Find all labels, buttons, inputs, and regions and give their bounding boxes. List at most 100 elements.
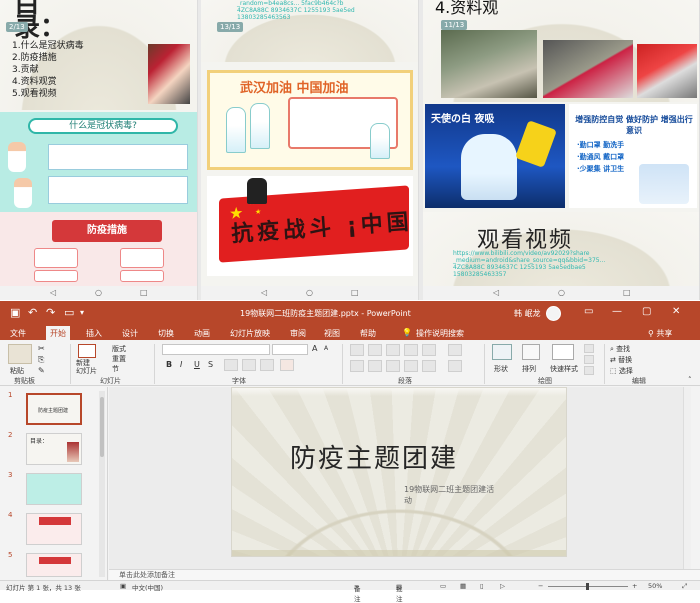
paste-icon[interactable] xyxy=(8,344,32,364)
text-direction-icon[interactable] xyxy=(448,344,462,356)
tab-review[interactable]: 审阅 xyxy=(290,328,306,339)
undo-icon[interactable]: ↶ xyxy=(28,306,37,319)
language-status[interactable]: 中文(中国) xyxy=(132,582,163,592)
shape-fill-icon[interactable] xyxy=(584,344,594,353)
italic-button[interactable]: I xyxy=(180,360,182,369)
current-slide[interactable]: 防疫主题团建 19物联网二班主题团建活 动 xyxy=(231,387,567,557)
find-button[interactable]: ⌕ 查找 xyxy=(610,344,630,354)
cut-icon[interactable]: ✂ xyxy=(38,344,45,353)
back-icon[interactable]: ◁ xyxy=(493,288,499,297)
close-icon[interactable]: ✕ xyxy=(672,306,680,317)
tab-file[interactable]: 文件 xyxy=(10,328,26,339)
thumbnail-title: 目录： xyxy=(30,438,49,445)
new-slide-icon[interactable] xyxy=(78,344,96,358)
decrease-font-button[interactable]: A xyxy=(324,345,328,352)
tell-me-search[interactable]: 操作说明搜索 xyxy=(416,328,464,339)
slide-thumbnail-3[interactable]: 3 xyxy=(0,471,100,509)
customize-qat-icon[interactable]: ▾ xyxy=(80,308,84,317)
align-right-icon[interactable] xyxy=(386,360,400,372)
back-icon[interactable]: ◁ xyxy=(50,288,56,297)
increase-indent-icon[interactable] xyxy=(404,344,418,356)
strikethrough-icon[interactable] xyxy=(224,359,238,371)
video-link-text[interactable]: https://www.bilibili.com/video/av92029?s… xyxy=(453,250,693,278)
home-icon[interactable]: ○ xyxy=(558,288,565,297)
change-case-icon[interactable] xyxy=(260,359,274,371)
maximize-icon[interactable]: ▢ xyxy=(642,306,651,317)
arrange-icon[interactable] xyxy=(522,344,540,360)
bullets-icon[interactable] xyxy=(350,344,364,356)
slide-thumbnail-2[interactable]: 2 目录： xyxy=(0,431,100,469)
thumbnail-image[interactable] xyxy=(26,513,82,545)
replace-button[interactable]: ⇄ 替换 xyxy=(610,355,632,365)
decrease-indent-icon[interactable] xyxy=(386,344,400,356)
fit-to-window-icon[interactable]: ⤢ xyxy=(682,582,687,591)
align-text-icon[interactable] xyxy=(448,360,462,372)
tab-insert[interactable]: 插入 xyxy=(86,328,102,339)
tab-animations[interactable]: 动画 xyxy=(194,328,210,339)
slide-thumbnail-4[interactable]: 4 xyxy=(0,511,100,549)
tab-design[interactable]: 设计 xyxy=(122,328,138,339)
tab-view[interactable]: 视图 xyxy=(324,328,340,339)
align-left-icon[interactable] xyxy=(350,360,364,372)
user-name[interactable]: 韩 岷龙 xyxy=(514,308,541,319)
shape-effects-icon[interactable] xyxy=(584,366,594,375)
home-icon[interactable]: ○ xyxy=(95,288,102,297)
scrollbar-thumb[interactable] xyxy=(100,397,104,457)
line-spacing-icon[interactable] xyxy=(422,344,436,356)
notes-pane[interactable]: 单击此处添加备注 xyxy=(109,569,700,580)
bold-button[interactable]: B xyxy=(166,360,172,369)
thumbnail-scrollbar[interactable] xyxy=(99,391,105,577)
thumbnail-image[interactable] xyxy=(26,553,82,577)
thumbnail-image[interactable]: 防疫主题团建 xyxy=(26,393,82,425)
shape-outline-icon[interactable] xyxy=(584,355,594,364)
minimize-icon[interactable]: — xyxy=(612,306,622,317)
arrange-button[interactable]: 排列 xyxy=(522,364,536,374)
paste-button[interactable]: 粘贴 xyxy=(10,366,24,376)
section-button[interactable]: 节 xyxy=(112,364,119,374)
reset-button[interactable]: 重置 xyxy=(112,354,126,364)
quick-styles-button[interactable]: 快速样式 xyxy=(550,364,578,374)
quick-styles-icon[interactable] xyxy=(552,344,574,360)
shadow-button[interactable]: S xyxy=(208,360,213,369)
font-size-select[interactable] xyxy=(272,344,308,355)
char-spacing-icon[interactable] xyxy=(242,359,256,371)
recents-icon[interactable]: □ xyxy=(351,288,359,297)
tab-transitions[interactable]: 切换 xyxy=(158,328,174,339)
save-icon[interactable]: ▣ xyxy=(10,306,20,319)
home-icon[interactable]: ○ xyxy=(306,288,313,297)
font-color-icon[interactable] xyxy=(280,359,294,371)
tab-help[interactable]: 帮助 xyxy=(360,328,376,339)
increase-font-button[interactable]: A xyxy=(312,344,317,353)
tab-slideshow[interactable]: 幻灯片放映 xyxy=(230,328,270,339)
align-center-icon[interactable] xyxy=(368,360,382,372)
collapse-ribbon-icon[interactable]: ˄ xyxy=(688,376,692,384)
format-painter-icon[interactable]: ✎ xyxy=(38,366,45,375)
justify-icon[interactable] xyxy=(404,360,418,372)
start-slideshow-icon[interactable]: ▭ xyxy=(64,306,74,319)
editor-scrollbar[interactable] xyxy=(683,387,691,569)
copy-icon[interactable]: ⎘ xyxy=(38,355,44,365)
slide-title[interactable]: 防疫主题团建 xyxy=(290,438,458,475)
redo-icon[interactable]: ↷ xyxy=(46,306,55,319)
recents-icon[interactable]: □ xyxy=(140,288,148,297)
back-icon[interactable]: ◁ xyxy=(261,288,267,297)
ribbon-display-icon[interactable]: ▭ xyxy=(584,306,593,317)
thumbnail-image[interactable]: 目录： xyxy=(26,433,82,465)
new-slide-button[interactable]: 新建 幻灯片 xyxy=(76,359,97,375)
slide-subtitle[interactable]: 19物联网二班主题团建活 动 xyxy=(404,484,540,506)
font-family-select[interactable] xyxy=(162,344,270,355)
underline-button[interactable]: U xyxy=(194,360,200,369)
thumbnail-image[interactable] xyxy=(26,473,82,505)
recents-icon[interactable]: □ xyxy=(623,288,631,297)
shapes-button[interactable]: 形状 xyxy=(494,364,508,374)
share-button[interactable]: ⚲ 共享 xyxy=(648,328,672,339)
tab-home[interactable]: 开始 xyxy=(46,326,70,340)
shapes-icon[interactable] xyxy=(492,344,512,360)
slide-thumbnail-1[interactable]: 1 防疫主题团建 xyxy=(0,391,100,429)
tip-row: ·少聚集 讲卫生 xyxy=(577,165,625,173)
avatar[interactable] xyxy=(546,306,561,321)
numbering-icon[interactable] xyxy=(368,344,382,356)
layout-button[interactable]: 版式 xyxy=(112,344,126,354)
select-button[interactable]: ⬚ 选择 xyxy=(610,366,633,376)
columns-icon[interactable] xyxy=(422,360,436,372)
